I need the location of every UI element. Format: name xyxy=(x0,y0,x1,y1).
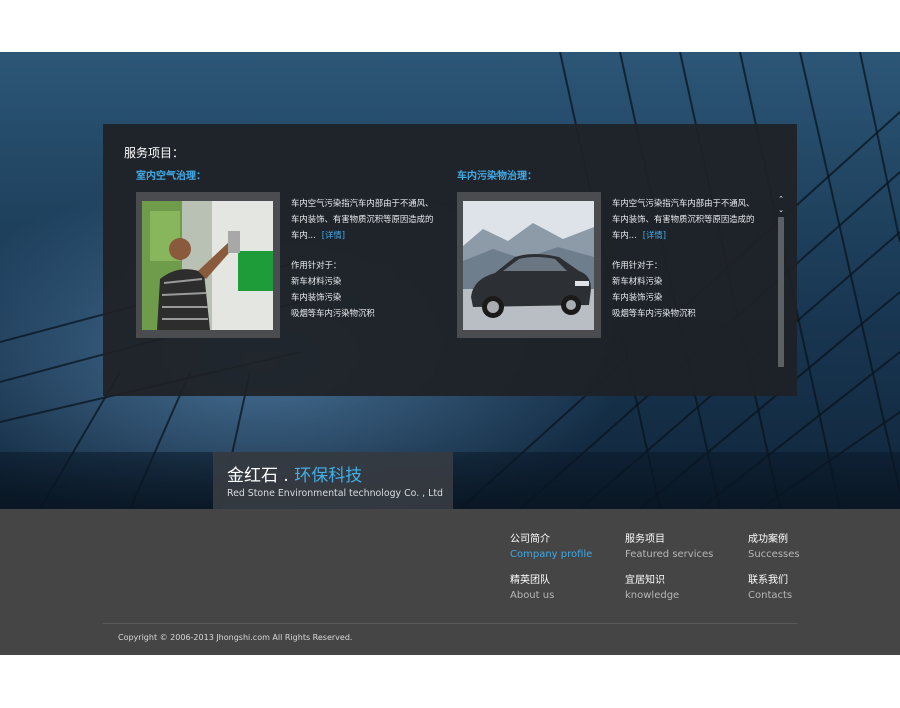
service-card-description: 车内空气污染指汽车内部由于不通风、 车内装饰、有害物质沉积等原因造成的 车内..… xyxy=(291,195,466,321)
footer-link-about-us[interactable]: 精英团队 About us xyxy=(510,574,620,603)
target-item: 车内装饰污染 xyxy=(612,292,663,302)
brand-name: 金红石 . 环保科技 xyxy=(227,466,363,486)
target-item: 吸烟等车内污染物沉积 xyxy=(291,308,375,318)
service-card-thumbnail[interactable] xyxy=(136,192,280,338)
footer-link-company-profile[interactable]: 公司简介 Company profile xyxy=(510,533,620,562)
hero-banner: 服务项目： 室内空气治理： 车内空气污染指汽车内部由于不通风、 车内装饰、有害物… xyxy=(0,52,900,509)
target-item: 吸烟等车内污染物沉积 xyxy=(612,308,696,318)
brand-block: 金红石 . 环保科技 Red Stone Environmental techn… xyxy=(213,452,453,509)
copyright-text: Copyright © 2006-2013 Jhongshi.com All R… xyxy=(118,633,353,642)
footer-link-successes[interactable]: 成功案例 Successes xyxy=(748,533,858,562)
brand-name-english: Red Stone Environmental technology Co. ,… xyxy=(227,488,443,499)
service-card-description: 车内空气污染指汽车内部由于不通风、 车内装饰、有害物质沉积等原因造成的 车内..… xyxy=(612,195,787,321)
footer-link-knowledge[interactable]: 宜居知识 knowledge xyxy=(625,574,735,603)
service-card: 室内空气治理： 车内空气污染指汽车内部由于不通风、 车内装饰、有害物质沉积等原因… xyxy=(124,164,454,354)
details-link[interactable]: [详情] xyxy=(322,230,345,240)
target-item: 新车材料污染 xyxy=(291,276,342,286)
service-card-thumbnail[interactable] xyxy=(457,192,601,338)
footer: 公司简介 Company profile 服务项目 Featured servi… xyxy=(0,509,900,655)
service-card: 车内污染物治理： 车内空气污染指汽车内部由于不通风、 车内装饰、有害物质沉积等原… xyxy=(445,164,775,354)
air-treatment-photo[interactable] xyxy=(142,201,273,330)
car-photo[interactable] xyxy=(463,201,594,330)
target-item: 新车材料污染 xyxy=(612,276,663,286)
scrollbar-track[interactable] xyxy=(778,217,784,367)
service-card-heading[interactable]: 室内空气治理： xyxy=(136,167,206,182)
services-title: 服务项目： xyxy=(124,146,185,160)
target-item: 车内装饰污染 xyxy=(291,292,342,302)
footer-link-contacts[interactable]: 联系我们 Contacts xyxy=(748,574,858,603)
footer-link-services[interactable]: 服务项目 Featured services xyxy=(625,533,735,562)
service-card-heading[interactable]: 车内污染物治理： xyxy=(457,167,537,182)
details-link[interactable]: [详情] xyxy=(643,230,666,240)
double-chevron-up-icon[interactable]: ⌃ xyxy=(776,194,786,204)
footer-divider xyxy=(103,623,797,624)
double-chevron-down-icon[interactable]: ⌄ xyxy=(776,205,786,215)
panel-scrollbar[interactable]: ⌃ ⌄ xyxy=(776,194,786,370)
services-panel: 服务项目： 室内空气治理： 车内空气污染指汽车内部由于不通风、 车内装饰、有害物… xyxy=(103,124,797,396)
